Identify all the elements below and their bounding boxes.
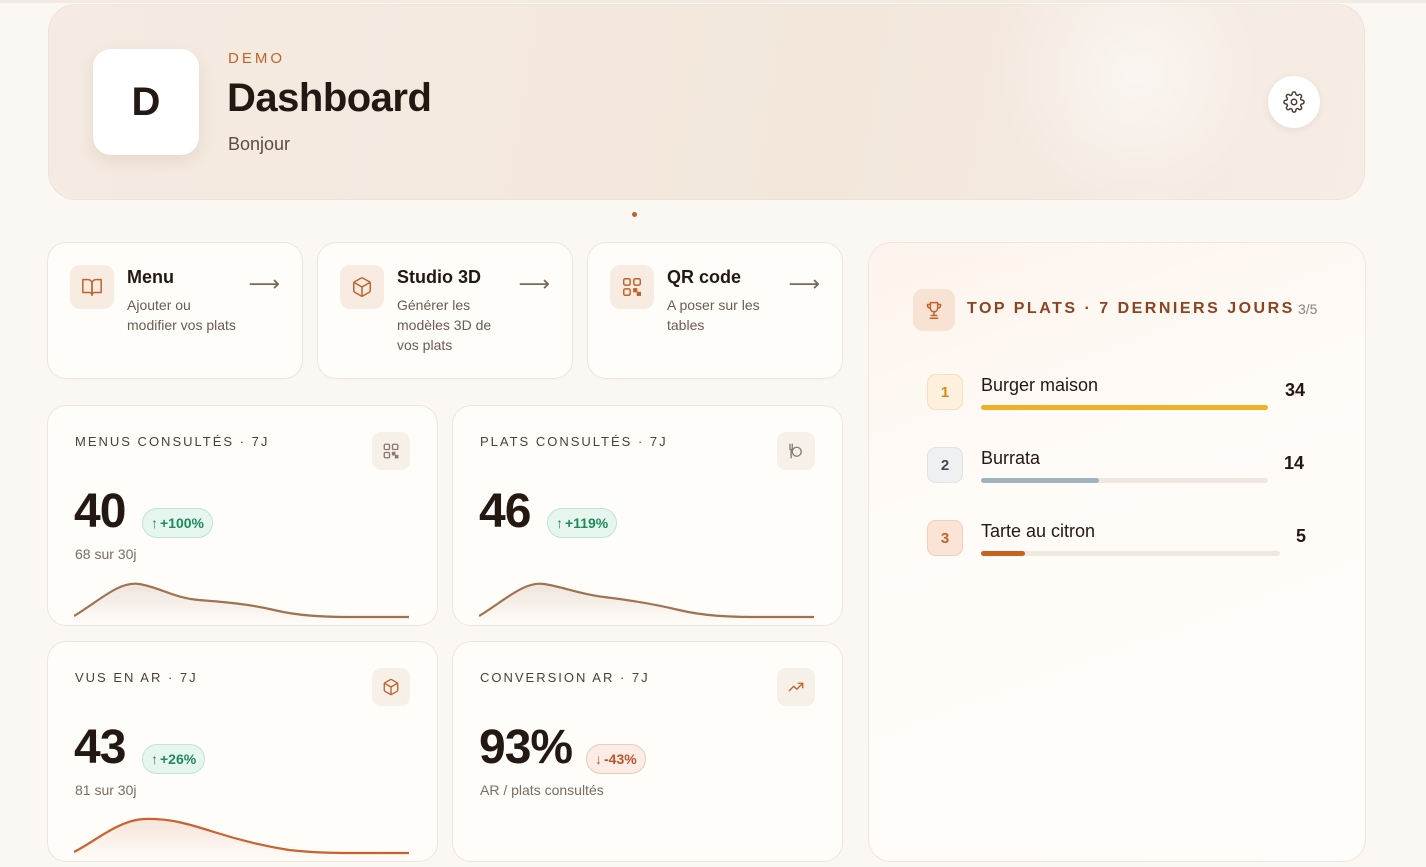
- stat-label: MENUS CONSULTÉS · 7J: [75, 434, 270, 449]
- change-badge: ↑ +26%: [142, 744, 206, 774]
- arrow-right-icon: ⟶: [518, 271, 550, 296]
- change-value: +100%: [160, 515, 204, 531]
- page-indicator-dot: [632, 212, 637, 217]
- sparkline: [479, 582, 814, 625]
- rank-badge: 3: [927, 520, 963, 556]
- list-item[interactable]: 1 Burger maison 34: [927, 374, 1307, 414]
- stat-subtext: 81 sur 30j: [75, 782, 137, 798]
- arrow-right-icon: ⟶: [788, 271, 820, 296]
- change-badge: ↓ -43%: [586, 744, 646, 774]
- shortcut-title: Menu: [127, 267, 174, 287]
- change-badge: ↑ +100%: [142, 508, 213, 538]
- rank-badge: 1: [927, 374, 963, 410]
- stat-value: 93%: [479, 721, 573, 774]
- arrow-up-icon: ↑: [151, 751, 158, 767]
- stat-card-ar-views: VUS EN AR · 7J 43 ↑ +26% 81 sur 30j: [48, 642, 437, 861]
- arrow-up-icon: ↑: [151, 515, 158, 531]
- progress-fill: [981, 551, 1025, 556]
- dish-count: 34: [1285, 380, 1306, 400]
- stat-label: VUS EN AR · 7J: [75, 670, 198, 685]
- dish-count: 5: [1296, 526, 1307, 546]
- rank-badge: 2: [927, 447, 963, 483]
- stat-label: CONVERSION AR · 7J: [480, 670, 650, 685]
- shortcut-studio-3d[interactable]: Studio 3D Générer les modèles 3D de vos …: [318, 243, 572, 378]
- header-decoration: [985, 4, 1285, 200]
- stat-value: 43: [74, 721, 126, 774]
- page-title: Dashboard: [227, 76, 432, 120]
- gear-icon: [1283, 91, 1305, 113]
- stat-value: 40: [74, 485, 126, 538]
- arrow-up-icon: ↑: [556, 515, 563, 531]
- stat-card-ar-conversion: CONVERSION AR · 7J 93% ↓ -43% AR / plats …: [453, 642, 842, 861]
- progress-fill: [981, 405, 1268, 410]
- change-value: -43%: [604, 751, 637, 767]
- account-label: DEMO: [228, 50, 285, 67]
- greeting: Bonjour: [228, 134, 291, 154]
- shortcut-description: Ajouter ou modifier vos plats: [127, 297, 236, 333]
- progress-track: [981, 551, 1280, 556]
- change-value: +26%: [160, 751, 197, 767]
- stat-subtext: AR / plats consultés: [480, 782, 604, 798]
- dashboard-header: D DEMO Dashboard Bonjour: [48, 4, 1365, 200]
- settings-button[interactable]: [1268, 76, 1320, 128]
- sparkline: [74, 817, 409, 861]
- dish-name: Burger maison: [981, 375, 1099, 395]
- change-value: +119%: [565, 515, 609, 531]
- arrow-down-icon: ↓: [595, 751, 602, 767]
- progress-track: [981, 405, 1268, 410]
- stat-card-dishes-viewed: PLATS CONSULTÉS · 7J 46 ↑ +119%: [453, 406, 842, 625]
- shortcut-description: Générer les modèles 3D de vos plats: [397, 297, 492, 353]
- avatar[interactable]: D: [93, 49, 199, 155]
- change-badge: ↑ +119%: [547, 508, 618, 538]
- list-item[interactable]: 2 Burrata 14: [927, 447, 1307, 487]
- shortcut-title: QR code: [667, 267, 742, 287]
- progress-fill: [981, 478, 1099, 483]
- qr-icon: [372, 432, 410, 470]
- dish-count: 14: [1284, 453, 1305, 473]
- shortcut-menu[interactable]: Menu Ajouter ou modifier vos plats ⟶: [48, 243, 302, 378]
- stat-card-menus-viewed: MENUS CONSULTÉS · 7J 40 ↑ +100% 68 sur 30…: [48, 406, 437, 625]
- shortcut-qr-code[interactable]: QR code A poser sur les tables ⟶: [588, 243, 842, 378]
- dish-name: Tarte au citron: [981, 521, 1096, 541]
- cube-icon: [340, 265, 384, 309]
- sparkline: [74, 582, 409, 625]
- book-icon: [70, 265, 114, 309]
- trending-up-icon: [777, 668, 815, 706]
- dish-name: Burrata: [981, 448, 1041, 468]
- progress-track: [981, 478, 1268, 483]
- plate-icon: [777, 432, 815, 470]
- stat-value: 46: [479, 485, 531, 538]
- stat-subtext: 68 sur 30j: [75, 546, 137, 562]
- shortcut-description: A poser sur les tables: [667, 297, 760, 333]
- top-divider: [0, 0, 1426, 3]
- top-dishes-panel: TOP PLATS · 7 DERNIERS JOURS 3/5 1 Burge…: [869, 243, 1365, 861]
- list-item[interactable]: 3 Tarte au citron 5: [927, 520, 1307, 560]
- trophy-icon: [913, 289, 955, 331]
- top-dishes-count: 3/5: [1298, 301, 1318, 317]
- shortcut-title: Studio 3D: [397, 267, 481, 287]
- qr-icon: [610, 265, 654, 309]
- top-dishes-title: TOP PLATS · 7 DERNIERS JOURS: [967, 300, 1295, 317]
- cube-icon: [372, 668, 410, 706]
- arrow-right-icon: ⟶: [248, 271, 280, 296]
- stat-label: PLATS CONSULTÉS · 7J: [480, 434, 668, 449]
